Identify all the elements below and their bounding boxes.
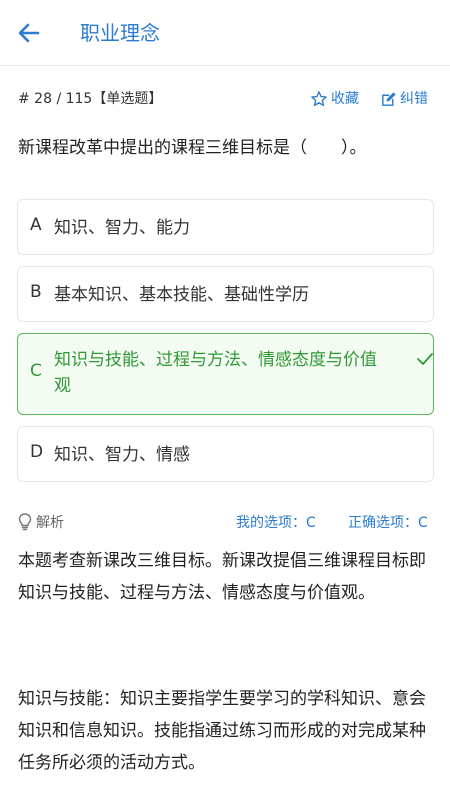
app-bar: 职业理念 [0, 0, 450, 66]
option-text: 基本知识、基本技能、基础性学历 [54, 285, 309, 305]
favorite-label: 收藏 [331, 91, 359, 107]
question-meta: # 28 / 115【单选题】 [18, 88, 162, 110]
correction-label: 纠错 [400, 91, 428, 107]
option-text: 知识、智力、能力 [54, 218, 190, 238]
checkmark-icon [417, 353, 433, 365]
option-letter: A [30, 215, 42, 235]
my-choice: 我的选项：C [236, 515, 316, 531]
question-type: 【单选题】 [92, 91, 163, 107]
analysis-label: 解析 [36, 515, 64, 531]
analysis-paragraph: 本题考查新课改三维目标。新课改提倡三维课程目标即知识与技能、过程与方法、情感态度… [18, 551, 426, 603]
option-b[interactable]: B 基本知识、基本技能、基础性学历 [17, 266, 434, 322]
correction-button[interactable]: 纠错 [380, 88, 428, 110]
option-text: 知识与技能、过程与方法、情感态度与价值观 [54, 350, 377, 396]
star-icon [311, 91, 327, 107]
option-c[interactable]: C 知识与技能、过程与方法、情感态度与价值观 [17, 333, 434, 415]
question-text: 新课程改革中提出的课程三维目标是（ ）。 [18, 138, 367, 158]
page-title: 职业理念 [80, 21, 160, 45]
question-progress: # 28 / 115 [18, 91, 93, 107]
back-arrow-icon[interactable] [14, 18, 44, 48]
option-text: 知识、智力、情感 [54, 445, 190, 465]
option-letter: C [30, 361, 42, 381]
lightbulb-icon [18, 513, 32, 531]
favorite-button[interactable]: 收藏 [310, 88, 359, 110]
edit-icon [382, 91, 396, 106]
correct-answer: 正确选项：C [348, 515, 428, 531]
analysis-paragraph: 知识与技能：知识主要指学生要学习的学科知识、意会知识和信息知识。技能指通过练习而… [18, 689, 426, 773]
option-letter: D [30, 442, 44, 462]
analysis-header: 解析 我的选项：C 正确选项：C [18, 510, 438, 534]
option-letter: B [30, 282, 42, 302]
option-a[interactable]: A 知识、智力、能力 [17, 199, 434, 255]
option-d[interactable]: D 知识、智力、情感 [17, 426, 434, 482]
